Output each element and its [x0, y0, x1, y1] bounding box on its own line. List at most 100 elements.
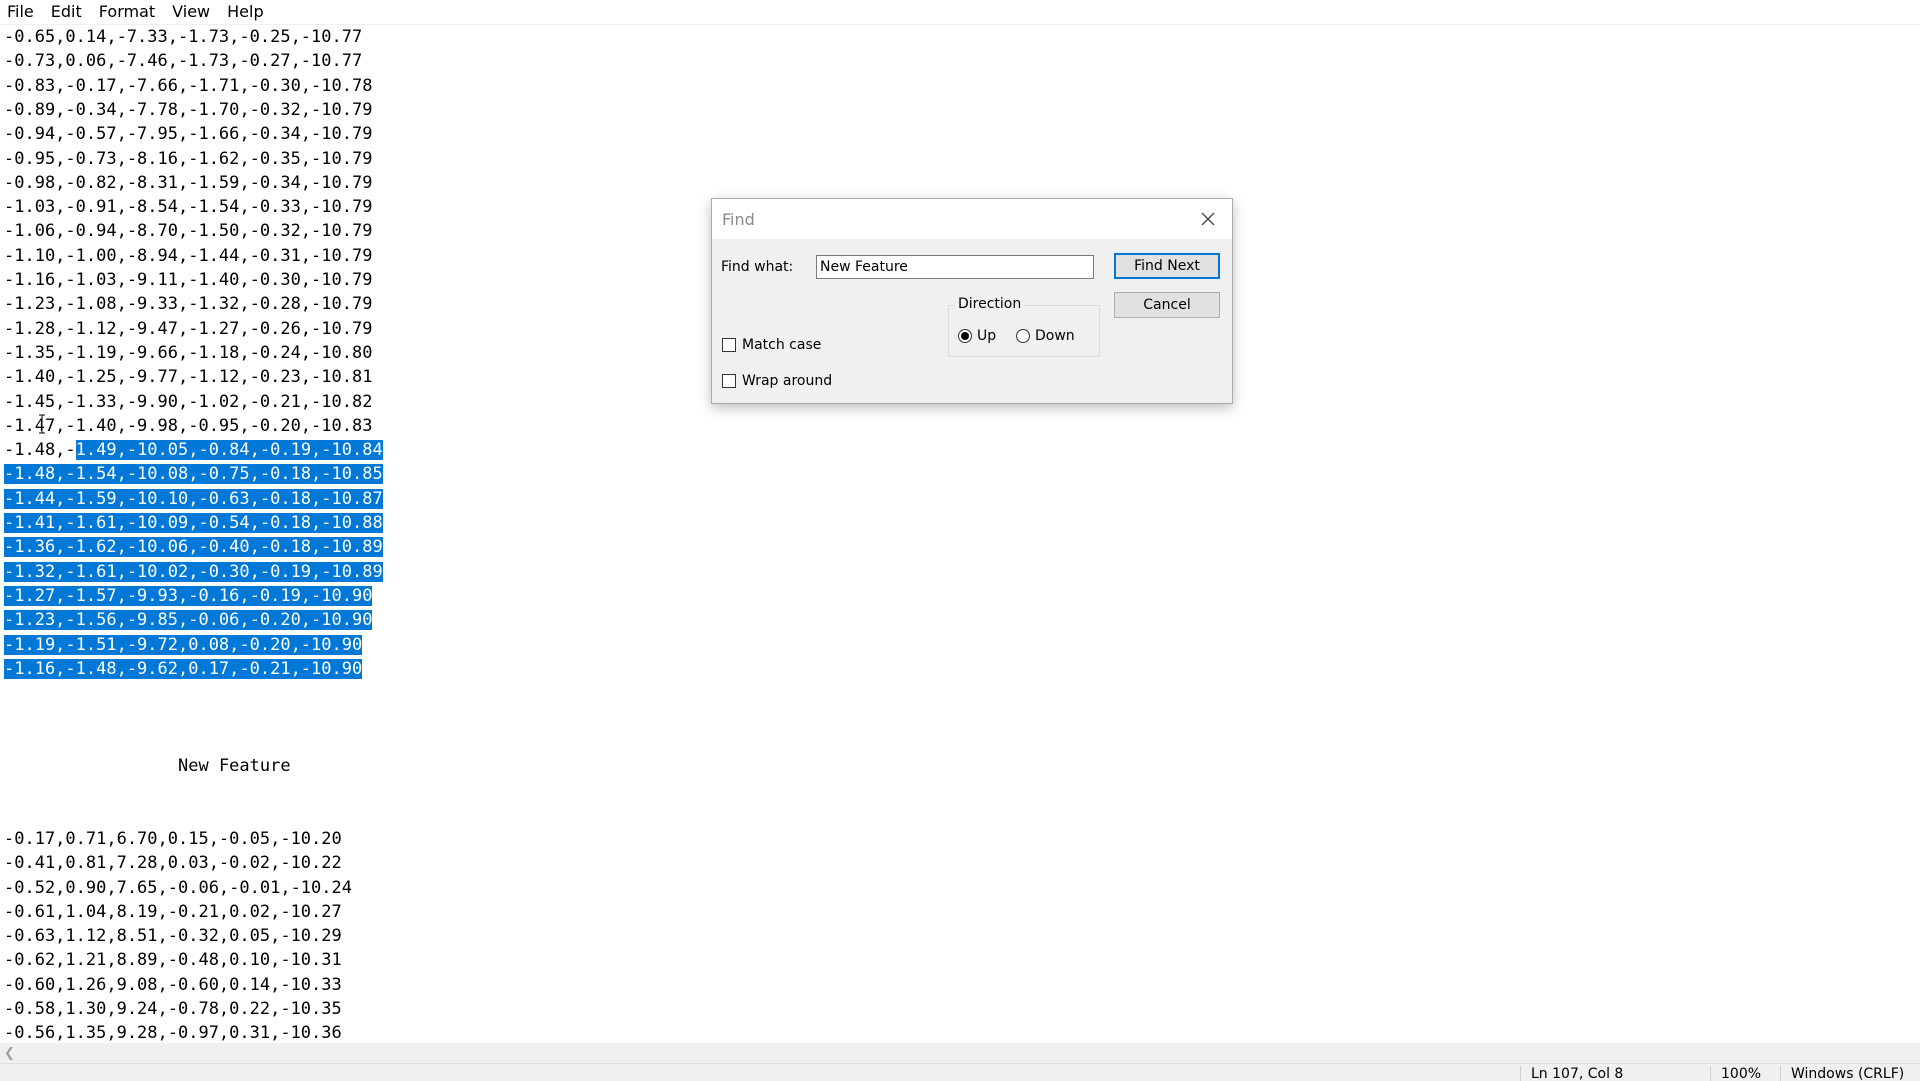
- ibeam-cursor-icon: [38, 414, 46, 434]
- horizontal-scrollbar[interactable]: ❮: [0, 1043, 1920, 1063]
- selected-text: -1.36,-1.62,-10.06,-0.40,-0.18,-10.89: [4, 537, 383, 558]
- text-line: -1.16,-1.48,-9.62,0.17,-0.21,-10.90: [4, 657, 363, 681]
- selected-text: -1.19,-1.51,-9.72,0.08,-0.20,-10.90: [4, 634, 363, 655]
- text-line: -1.27,-1.57,-9.93,-0.16,-0.19,-10.90: [4, 584, 373, 608]
- text-line: -0.98,-0.82,-8.31,-1.59,-0.34,-10.79: [4, 171, 372, 195]
- close-icon[interactable]: [1196, 207, 1220, 231]
- cancel-button[interactable]: Cancel: [1114, 292, 1220, 318]
- direction-up-radio[interactable]: [958, 329, 972, 343]
- line-text: -0.98,-0.82,-8.31,-1.59,-0.34,-10.79: [4, 172, 373, 193]
- menu-file[interactable]: File: [0, 0, 44, 24]
- direction-up-label[interactable]: Up: [977, 328, 996, 344]
- find-dialog: Find Find what: Find Next Cancel Directi…: [711, 198, 1233, 404]
- line-text: -1.06,-0.94,-8.70,-1.50,-0.32,-10.79: [4, 221, 373, 242]
- text-line: -0.58,1.30,9.24,-0.78,0.22,-10.35: [4, 997, 342, 1021]
- line-text: -0.56,1.35,9.28,-0.97,0.31,-10.36: [4, 1023, 342, 1043]
- selected-text: -1.27,-1.57,-9.93,-0.16,-0.19,-10.90: [4, 585, 373, 606]
- match-case-label[interactable]: Match case: [742, 337, 821, 353]
- text-line: -1.10,-1.00,-8.94,-1.44,-0.31,-10.79: [4, 244, 372, 268]
- line-text: -0.94,-0.57,-7.95,-1.66,-0.34,-10.79: [4, 124, 373, 145]
- wrap-around-label[interactable]: Wrap around: [742, 373, 832, 389]
- selected-text: -1.32,-1.61,-10.02,-0.30,-0.19,-10.89: [4, 561, 383, 582]
- text-line: -0.95,-0.73,-8.16,-1.62,-0.35,-10.79: [4, 147, 372, 171]
- menu-view[interactable]: View: [165, 0, 220, 24]
- line-text: -0.58,1.30,9.24,-0.78,0.22,-10.35: [4, 999, 342, 1019]
- text-line: -1.48,-1.54,-10.08,-0.75,-0.18,-10.85: [4, 462, 383, 486]
- line-text: -1.28,-1.12,-9.47,-1.27,-0.26,-10.79: [4, 318, 373, 339]
- menu-help[interactable]: Help: [220, 0, 273, 24]
- text-line: -0.56,1.35,9.28,-0.97,0.31,-10.36: [4, 1021, 342, 1043]
- selected-text: 1.49,-10.05,-0.84,-0.19,-10.84: [75, 440, 383, 461]
- text-editor[interactable]: -0.65,0.14,-7.33,-1.73,-0.25,-10.77 -0.73…: [0, 25, 1920, 1043]
- menu-bar: File Edit Format View Help: [0, 0, 1920, 25]
- zoom-level: 100%: [1710, 1066, 1761, 1081]
- text-line: -1.41,-1.61,-10.09,-0.54,-0.18,-10.88: [4, 511, 383, 535]
- dialog-title: Find: [722, 210, 755, 229]
- line-text: -1.40,-1.25,-9.77,-1.12,-0.23,-10.81: [4, 367, 373, 388]
- line-text: -1.03,-0.91,-8.54,-1.54,-0.33,-10.79: [4, 197, 373, 218]
- line-text: -0.61,1.04,8.19,-0.21,0.02,-10.27: [4, 901, 342, 922]
- direction-label: Direction: [955, 296, 1025, 312]
- text-line: -0.89,-0.34,-7.78,-1.70,-0.32,-10.79: [4, 98, 372, 122]
- text-line: -1.19,-1.51,-9.72,0.08,-0.20,-10.90: [4, 633, 363, 657]
- selected-text: -1.44,-1.59,-10.10,-0.63,-0.18,-10.87: [4, 488, 383, 509]
- text-line: -0.73,0.06,-7.46,-1.73,-0.27,-10.77: [4, 49, 362, 73]
- selected-text: -1.16,-1.48,-9.62,0.17,-0.21,-10.90: [4, 658, 363, 679]
- text-line: -0.17,0.71,6.70,0.15,-0.05,-10.20: [4, 827, 342, 851]
- line-text: -1.47,-1.40,-9.98,-0.95,-0.20,-10.83: [4, 415, 373, 436]
- text-line: -0.94,-0.57,-7.95,-1.66,-0.34,-10.79: [4, 122, 372, 146]
- find-what-label: Find what:: [721, 259, 794, 275]
- cursor-position: Ln 107, Col 8: [1520, 1066, 1623, 1081]
- text-line: -0.65,0.14,-7.33,-1.73,-0.25,-10.77: [4, 25, 362, 49]
- line-text: -0.63,1.12,8.51,-0.32,0.05,-10.29: [4, 926, 342, 947]
- line-text: -1.45,-1.33,-9.90,-1.02,-0.21,-10.82: [4, 391, 373, 412]
- line-text: -0.17,0.71,6.70,0.15,-0.05,-10.20: [4, 828, 342, 849]
- text-line: -1.36,-1.62,-10.06,-0.40,-0.18,-10.89: [4, 535, 383, 559]
- status-bar: Ln 107, Col 8 100% Windows (CRLF): [0, 1063, 1920, 1081]
- line-text: -0.89,-0.34,-7.78,-1.70,-0.32,-10.79: [4, 99, 373, 120]
- text-line: -0.60,1.26,9.08,-0.60,0.14,-10.33: [4, 973, 342, 997]
- line-text: -1.23,-1.08,-9.33,-1.32,-0.28,-10.79: [4, 294, 373, 315]
- text-line: -0.62,1.21,8.89,-0.48,0.10,-10.31: [4, 948, 342, 972]
- direction-down-label[interactable]: Down: [1035, 328, 1075, 344]
- line-text: -1.48,-: [4, 440, 76, 461]
- line-text: -0.62,1.21,8.89,-0.48,0.10,-10.31: [4, 950, 342, 971]
- line-text: -0.65,0.14,-7.33,-1.73,-0.25,-10.77: [4, 27, 363, 47]
- text-line: -1.47,-1.40,-9.98,-0.95,-0.20,-10.83: [4, 414, 372, 438]
- menu-format[interactable]: Format: [92, 0, 165, 24]
- scroll-left-icon[interactable]: ❮: [4, 1046, 15, 1061]
- text-line: -1.23,-1.08,-9.33,-1.32,-0.28,-10.79: [4, 292, 372, 316]
- text-line: -1.45,-1.33,-9.90,-1.02,-0.21,-10.82: [4, 390, 372, 414]
- find-next-button[interactable]: Find Next: [1114, 253, 1220, 279]
- section-heading: New Feature: [178, 756, 291, 776]
- text-line: -1.48,-1.49,-10.05,-0.84,-0.19,-10.84: [4, 438, 383, 462]
- selected-text: -1.41,-1.61,-10.09,-0.54,-0.18,-10.88: [4, 513, 383, 533]
- line-text: -0.41,0.81,7.28,0.03,-0.02,-10.22: [4, 853, 342, 874]
- wrap-around-checkbox[interactable]: [722, 374, 736, 388]
- dialog-titlebar[interactable]: Find: [712, 199, 1232, 239]
- text-line: -1.44,-1.59,-10.10,-0.63,-0.18,-10.87: [4, 487, 383, 511]
- selected-text: -1.23,-1.56,-9.85,-0.06,-0.20,-10.90: [4, 610, 373, 631]
- line-text: -1.16,-1.03,-9.11,-1.40,-0.30,-10.79: [4, 270, 373, 290]
- text-line: -0.52,0.90,7.65,-0.06,-0.01,-10.24: [4, 876, 352, 900]
- text-line: -0.41,0.81,7.28,0.03,-0.02,-10.22: [4, 851, 342, 875]
- text-line: -0.61,1.04,8.19,-0.21,0.02,-10.27: [4, 900, 342, 924]
- text-line: -1.23,-1.56,-9.85,-0.06,-0.20,-10.90: [4, 608, 373, 632]
- text-line: -1.40,-1.25,-9.77,-1.12,-0.23,-10.81: [4, 365, 372, 389]
- menu-edit[interactable]: Edit: [44, 0, 92, 24]
- line-text: -0.52,0.90,7.65,-0.06,-0.01,-10.24: [4, 877, 352, 898]
- text-line: -1.06,-0.94,-8.70,-1.50,-0.32,-10.79: [4, 219, 372, 243]
- direction-down-radio[interactable]: [1016, 329, 1030, 343]
- line-text: -0.95,-0.73,-8.16,-1.62,-0.35,-10.79: [4, 148, 373, 169]
- line-text: -0.60,1.26,9.08,-0.60,0.14,-10.33: [4, 974, 342, 995]
- line-ending: Windows (CRLF): [1780, 1066, 1904, 1081]
- match-case-checkbox[interactable]: [722, 338, 736, 352]
- find-what-input[interactable]: [816, 255, 1094, 279]
- text-line: -1.35,-1.19,-9.66,-1.18,-0.24,-10.80: [4, 341, 372, 365]
- line-text: -1.35,-1.19,-9.66,-1.18,-0.24,-10.80: [4, 342, 373, 363]
- text-line: -0.63,1.12,8.51,-0.32,0.05,-10.29: [4, 924, 342, 948]
- line-text: -0.73,0.06,-7.46,-1.73,-0.27,-10.77: [4, 51, 363, 72]
- text-line: -1.32,-1.61,-10.02,-0.30,-0.19,-10.89: [4, 560, 383, 584]
- line-text: -1.10,-1.00,-8.94,-1.44,-0.31,-10.79: [4, 245, 373, 266]
- selected-text: -1.48,-1.54,-10.08,-0.75,-0.18,-10.85: [4, 464, 383, 485]
